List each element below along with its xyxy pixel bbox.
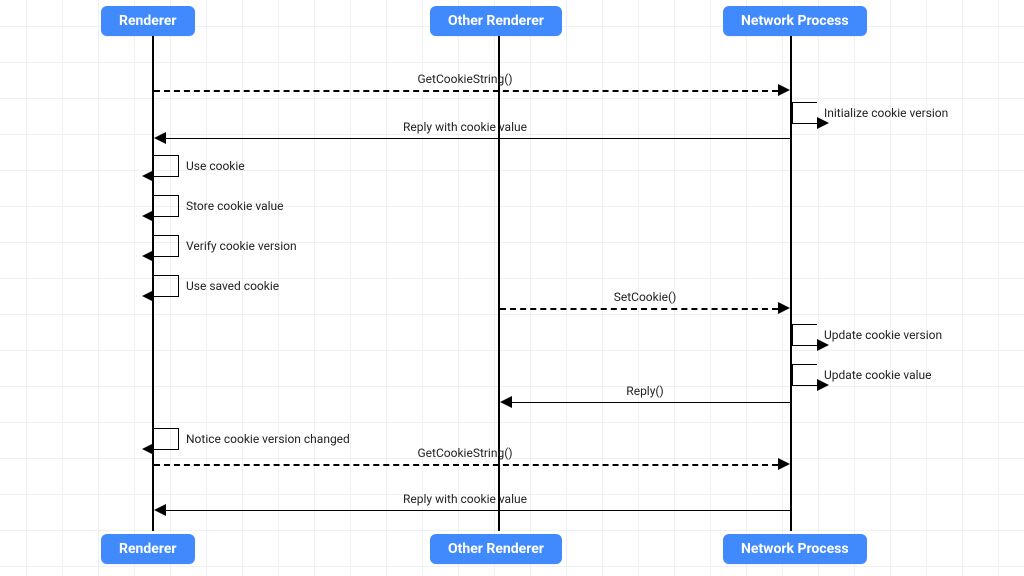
- lane-header-renderer: Renderer: [101, 6, 195, 36]
- arrow-icon: [500, 396, 512, 408]
- self-label: Store cookie value: [186, 199, 284, 213]
- self-label: Use saved cookie: [186, 279, 279, 293]
- self-initialize-cookie-version: [792, 102, 817, 124]
- msg-label: SetCookie(): [614, 290, 677, 304]
- msg-get-cookie-string-2: [154, 464, 778, 466]
- label: Network Process: [741, 541, 849, 557]
- self-label: Verify cookie version: [186, 239, 297, 253]
- arrow-icon: [778, 458, 790, 470]
- label: Network Process: [741, 13, 849, 29]
- self-notice-version-changed: [154, 428, 179, 450]
- label: Other Renderer: [448, 541, 544, 557]
- arrow-icon: [154, 132, 166, 144]
- msg-label: GetCookieString(): [417, 446, 512, 460]
- self-store-cookie: [154, 195, 179, 217]
- self-label: Notice cookie version changed: [186, 432, 350, 446]
- self-label: Initialize cookie version: [824, 106, 948, 120]
- label: Renderer: [119, 13, 177, 29]
- self-label: Update cookie version: [824, 328, 942, 342]
- msg-label: GetCookieString(): [417, 72, 512, 86]
- self-use-cookie: [154, 155, 179, 177]
- label: Renderer: [119, 541, 177, 557]
- lane-footer-other-renderer: Other Renderer: [430, 534, 562, 564]
- msg-get-cookie-string-1: [154, 90, 778, 92]
- lane-footer-renderer: Renderer: [101, 534, 195, 564]
- arrow-icon: [142, 290, 154, 302]
- msg-label: Reply(): [626, 384, 663, 398]
- self-verify-cookie: [154, 235, 179, 257]
- arrow-icon: [778, 302, 790, 314]
- arrow-icon: [142, 210, 154, 222]
- msg-reply-cookie-2: [166, 510, 790, 511]
- self-update-cookie-value: [792, 364, 817, 386]
- lane-header-other-renderer: Other Renderer: [430, 6, 562, 36]
- self-use-saved-cookie: [154, 275, 179, 297]
- arrow-icon: [154, 504, 166, 516]
- self-label: Use cookie: [186, 159, 245, 173]
- msg-label: Reply with cookie value: [403, 120, 527, 134]
- arrow-icon: [142, 250, 154, 262]
- lane-header-network-process: Network Process: [723, 6, 867, 36]
- msg-label: Reply with cookie value: [403, 492, 527, 506]
- self-update-cookie-version: [792, 324, 817, 346]
- arrow-icon: [778, 84, 790, 96]
- arrow-icon: [142, 170, 154, 182]
- msg-reply-setcookie: [512, 402, 790, 403]
- self-label: Update cookie value: [824, 368, 932, 382]
- sequence-diagram: Renderer Other Renderer Network Process …: [0, 0, 1024, 576]
- arrow-icon: [142, 443, 154, 455]
- label: Other Renderer: [448, 13, 544, 29]
- msg-reply-cookie-1: [166, 138, 790, 139]
- msg-set-cookie: [500, 308, 778, 310]
- lane-footer-network-process: Network Process: [723, 534, 867, 564]
